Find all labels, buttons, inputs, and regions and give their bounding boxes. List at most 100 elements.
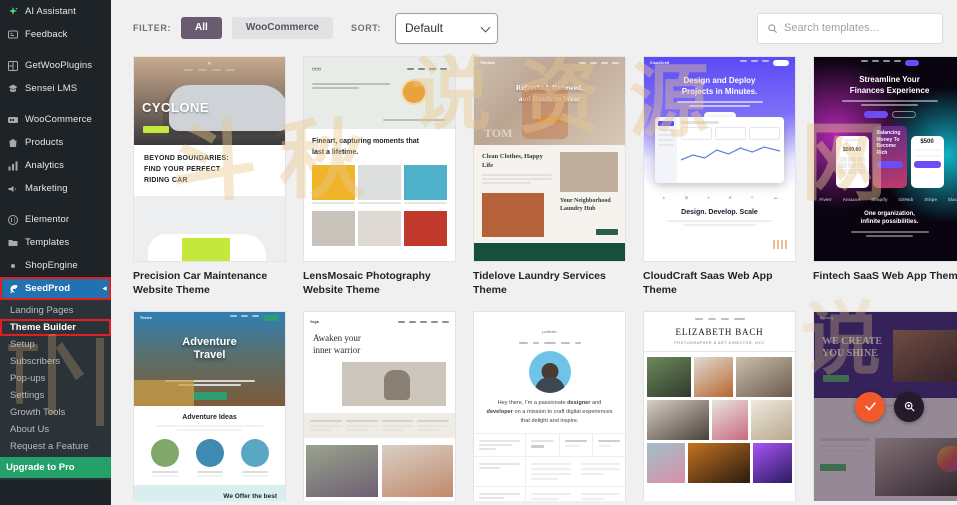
sidebar-item-label: Elementor: [25, 214, 70, 225]
chevron-left-icon: ◄: [100, 285, 108, 292]
sensei-icon: [6, 82, 19, 95]
sidebar-item-label: GetWooPlugins: [25, 60, 93, 71]
products-bag-icon: [6, 136, 19, 149]
submenu-item-settings[interactable]: Settings: [0, 387, 111, 404]
submenu-item-subscribers[interactable]: Subscribers: [0, 353, 111, 370]
sidebar-item-sensei-lms[interactable]: Sensei LMS: [0, 77, 111, 100]
template-preview: portfolio Hey there, I'm a passionate de…: [474, 312, 625, 502]
sort-select-value: Default: [404, 21, 444, 35]
template-card[interactable]: CloudCraft Design and Deploy Projects in …: [643, 56, 796, 297]
sidebar-item-products[interactable]: Products: [0, 131, 111, 154]
sidebar-item-templates[interactable]: Templates: [0, 231, 111, 254]
sidebar-item-label: Templates: [25, 237, 70, 248]
template-preview: Yoga Awaken your inner warrior: [304, 312, 455, 502]
template-preview: ELIZABETH BACH PHOTOGRAPHER & ART DIRECT…: [644, 312, 795, 502]
sidebar-item-woocommerce[interactable]: WooCommerce: [0, 108, 111, 131]
seedprod-icon: [6, 282, 19, 295]
template-title: Tidelove Laundry Services Theme: [473, 270, 606, 297]
template-thumbnail[interactable]: Tidelove Refreshed, Renewed,and Ready to…: [473, 56, 626, 262]
sidebar-item-label: Feedback: [25, 29, 68, 40]
sidebar-divider: [0, 100, 111, 108]
analytics-bars-icon: [6, 159, 19, 172]
template-thumbnail[interactable]: ◎ CYCLONE BEYOND BOUNDARIES: FIND YOUR PE…: [133, 56, 286, 262]
admin-sidebar: AI Assistant Feedback GetWooPlugins Sens…: [0, 0, 111, 505]
template-card[interactable]: Theme Adventure Travel Adventure Ideas W…: [133, 311, 286, 502]
templates-toolbar: FILTER: All WooCommerce SORT: Default: [111, 0, 957, 56]
grid-icon: [6, 59, 19, 72]
template-thumbnail[interactable]: portfolio Hey there, I'm a passionate de…: [473, 311, 626, 502]
sidebar-item-label: Sensei LMS: [25, 83, 78, 94]
templates-page: FILTER: All WooCommerce SORT: Default Se…: [111, 0, 957, 505]
check-icon: [864, 402, 876, 411]
sidebar-item-shopengine[interactable]: ShopEngine: [0, 254, 111, 277]
sidebar-divider: [0, 46, 111, 54]
template-card[interactable]: ELIZABETH BACH PHOTOGRAPHER & ART DIRECT…: [643, 311, 796, 502]
magnify-preview-icon: [904, 402, 915, 412]
template-card[interactable]: Yoga Awaken your inner warrior: [303, 311, 456, 502]
sparkle-icon: [6, 5, 19, 18]
template-preview: ◎ CYCLONE BEYOND BOUNDARIES: FIND YOUR PE…: [134, 57, 285, 261]
woocommerce-icon: [6, 113, 19, 126]
template-card[interactable]: Tidelove Refreshed, Renewed,and Ready to…: [473, 56, 626, 297]
template-card-hovered[interactable]: Agency WE CREATEYOU SHINE: [813, 311, 957, 502]
upgrade-to-pro-button[interactable]: Upgrade to Pro: [0, 457, 111, 478]
feedback-icon: [6, 28, 19, 41]
template-card[interactable]: ◎ CYCLONE BEYOND BOUNDARIES: FIND YOUR PE…: [133, 56, 286, 297]
submenu-item-pop-ups[interactable]: Pop-ups: [0, 370, 111, 387]
submenu-item-theme-builder[interactable]: Theme Builder: [0, 319, 111, 336]
submenu-item-setup[interactable]: Setup: [0, 336, 111, 353]
sort-select[interactable]: Default: [394, 12, 498, 44]
search-input[interactable]: [784, 22, 933, 34]
select-template-button[interactable]: [855, 391, 885, 422]
template-card[interactable]: Streamline Your Finances Experience $500.…: [813, 56, 957, 297]
template-thumbnail[interactable]: Theme Adventure Travel Adventure Ideas W…: [133, 311, 286, 502]
seedprod-submenu: Landing Pages Theme Builder Setup Subscr…: [0, 300, 111, 480]
submenu-item-growth-tools[interactable]: Growth Tools: [0, 404, 111, 421]
elementor-icon: [6, 213, 19, 226]
template-thumbnail[interactable]: Agency WE CREATEYOU SHINE: [813, 311, 957, 502]
template-preview: Streamline Your Finances Experience $500.…: [814, 57, 957, 261]
template-thumbnail[interactable]: Yoga Awaken your inner warrior: [303, 311, 456, 502]
submenu-item-landing-pages[interactable]: Landing Pages: [0, 302, 111, 319]
sidebar-item-elementor[interactable]: Elementor: [0, 208, 111, 231]
preview-template-button[interactable]: [894, 391, 924, 422]
search-icon: [768, 23, 777, 33]
template-title: LensMosaic Photography Website Theme: [303, 270, 431, 297]
template-thumbnail[interactable]: ELIZABETH BACH PHOTOGRAPHER & ART DIRECT…: [643, 311, 796, 502]
shopengine-icon: [6, 259, 19, 272]
template-card[interactable]: ◻◻◻ Fineart, capturing moments that last …: [303, 56, 456, 297]
template-title: Fintech SaaS Web App Theme: [813, 270, 957, 282]
filter-chip-all[interactable]: All: [181, 17, 222, 39]
template-card[interactable]: portfolio Hey there, I'm a passionate de…: [473, 311, 626, 502]
sidebar-item-getwooplugins[interactable]: GetWooPlugins: [0, 54, 111, 77]
templates-folder-icon: [6, 236, 19, 249]
filter-chip-woocommerce[interactable]: WooCommerce: [231, 17, 333, 39]
sidebar-item-label: Marketing: [25, 183, 68, 194]
sidebar-item-label: SeedProd: [25, 283, 71, 294]
marketing-megaphone-icon: [6, 182, 19, 195]
template-thumbnail[interactable]: CloudCraft Design and Deploy Projects in …: [643, 56, 796, 262]
app-root: AI Assistant Feedback GetWooPlugins Sens…: [0, 0, 957, 505]
sidebar-item-marketing[interactable]: Marketing: [0, 177, 111, 200]
templates-grid: ◎ CYCLONE BEYOND BOUNDARIES: FIND YOUR PE…: [111, 56, 957, 502]
template-preview: ◻◻◻ Fineart, capturing moments that last …: [304, 57, 455, 261]
sidebar-item-label: WooCommerce: [25, 114, 92, 125]
template-thumbnail[interactable]: ◻◻◻ Fineart, capturing moments that last …: [303, 56, 456, 262]
submenu-item-request-a-feature[interactable]: Request a Feature: [0, 438, 111, 455]
sidebar-item-ai-assistant[interactable]: AI Assistant: [0, 0, 111, 23]
submenu-item-about-us[interactable]: About Us: [0, 421, 111, 438]
template-hover-overlay: [814, 312, 957, 502]
sidebar-item-seedprod[interactable]: SeedProd ◄: [0, 277, 111, 300]
chevron-down-icon: [480, 22, 491, 33]
sidebar-item-label: Products: [25, 137, 64, 148]
filter-label: FILTER:: [133, 23, 172, 33]
template-thumbnail[interactable]: Streamline Your Finances Experience $500.…: [813, 56, 957, 262]
sidebar-item-label: AI Assistant: [25, 6, 76, 17]
template-preview: Theme Adventure Travel Adventure Ideas W…: [134, 312, 285, 502]
search-templates-box[interactable]: [757, 12, 943, 44]
sidebar-item-feedback[interactable]: Feedback: [0, 23, 111, 46]
sidebar-item-analytics[interactable]: Analytics: [0, 154, 111, 177]
template-title: Precision Car Maintenance Website Theme: [133, 270, 268, 297]
template-title: CloudCraft Saas Web App Theme: [643, 270, 773, 297]
sidebar-item-label: ShopEngine: [25, 260, 78, 271]
